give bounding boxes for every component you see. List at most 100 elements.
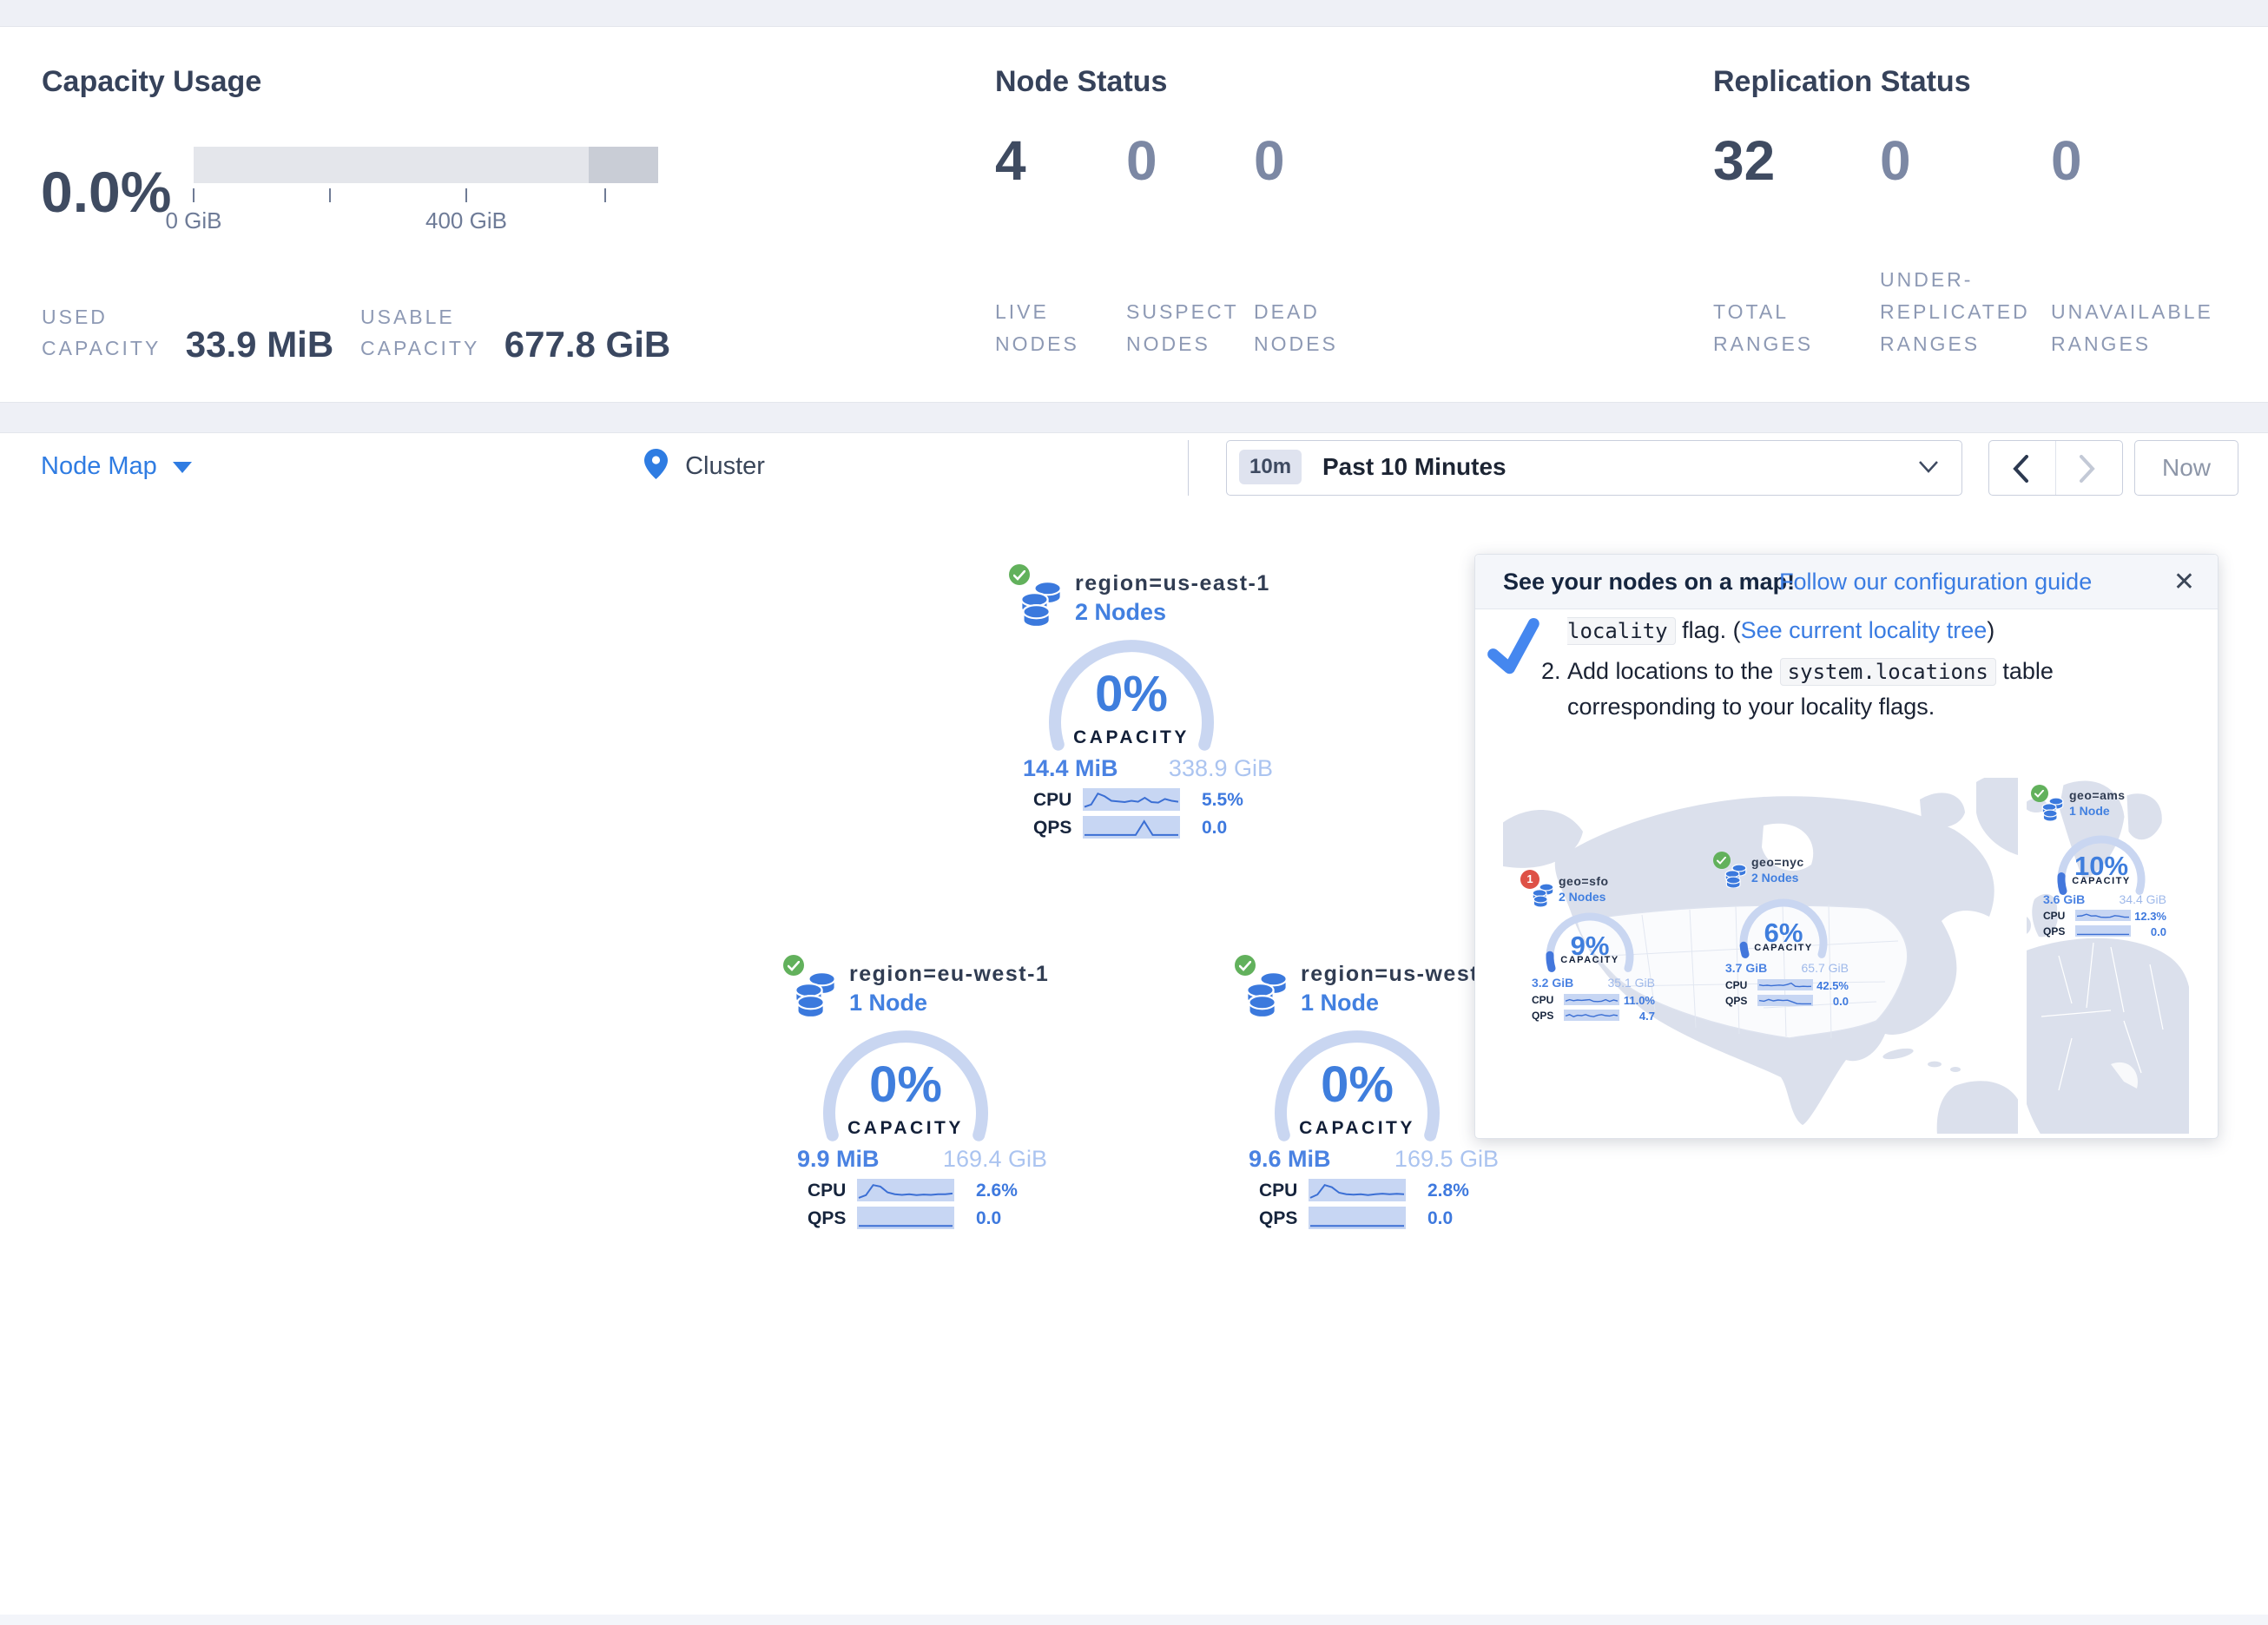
node-map-canvas: region=us-east-1 2 Nodes 0% CAPACITY 14.… — [0, 502, 2268, 1615]
cpu-sparkline — [1564, 994, 1619, 1005]
qps-value: 0.0 — [1202, 818, 1227, 839]
chevron-left-icon — [2012, 455, 2029, 483]
locality-node-count: 1 Node — [2069, 804, 2110, 818]
time-range-label: Past 10 Minutes — [1322, 453, 1507, 481]
locality-name: geo=sfo — [1559, 874, 1609, 888]
qps-sparkline — [1083, 816, 1180, 839]
stat-dead-nodes: 0 DEADNODES — [1254, 27, 1419, 402]
region-card-us-west-1[interactable]: region=us-west-1 1 Node 0% CAPACITY 9.6 … — [1233, 953, 1504, 1241]
qps-label: QPS — [1259, 1208, 1297, 1229]
capacity-label: CAPACITY — [1270, 1118, 1444, 1139]
breadcrumb-cluster[interactable]: Cluster — [644, 449, 765, 481]
chevron-down-icon — [1918, 460, 1939, 474]
usable-capacity-value: 677.8 GiB — [504, 326, 670, 364]
region-name: region=us-west-1 — [1301, 962, 1500, 987]
qps-sparkline — [1309, 1207, 1406, 1229]
database-icon — [794, 970, 837, 1017]
page-footer-strip — [0, 1615, 2268, 1625]
step-done-check-icon — [1481, 615, 1548, 681]
cpu-sparkline — [2075, 910, 2131, 921]
capacity-usage-title: Capacity Usage — [42, 65, 261, 99]
cluster-overview-page: Capacity Usage 0.0% 0 GiB 400 GiB USED C… — [0, 0, 2268, 1625]
usable-capacity: USABLE CAPACITY 677.8 GiB — [360, 301, 670, 364]
used-value: 14.4 MiB — [1023, 755, 1118, 782]
used-capacity-value: 33.9 MiB — [186, 326, 333, 364]
cpu-sparkline — [857, 1179, 954, 1201]
chevron-down-icon — [173, 462, 192, 473]
capacity-percent: 0% — [1270, 1056, 1444, 1114]
capacity-label: CAPACITY — [1542, 955, 1638, 965]
view-selector[interactable]: Node Map — [41, 452, 192, 481]
time-range-badge: 10m — [1239, 450, 1302, 484]
region-name: region=us-east-1 — [1075, 571, 1270, 596]
close-icon[interactable]: ✕ — [2173, 567, 2195, 597]
cpu-label: CPU — [808, 1181, 846, 1201]
qps-value: 0.0 — [1427, 1208, 1453, 1229]
qps-value: 0.0 — [976, 1208, 1001, 1229]
qps-sparkline — [1757, 995, 1813, 1006]
database-icon — [1245, 970, 1289, 1017]
total-value: 169.4 GiB — [943, 1146, 1047, 1173]
time-range-selector[interactable]: 10m Past 10 Minutes — [1226, 440, 1962, 496]
toolbar-divider — [1188, 440, 1189, 496]
configuration-guide-link[interactable]: Follow our configuration guide — [1779, 569, 2092, 595]
location-pin-icon — [644, 449, 668, 479]
axis-label-400gib: 400 GiB — [397, 207, 536, 234]
axis-tick — [465, 188, 467, 202]
cpu-sparkline — [1309, 1179, 1406, 1201]
used-value: 9.6 MiB — [1249, 1146, 1331, 1173]
cpu-sparkline — [1757, 979, 1813, 990]
stat-under-replicated-ranges: 0 UNDER-REPLICATEDRANGES — [1880, 27, 2045, 402]
panel-title: See your nodes on a map! — [1503, 569, 1795, 595]
axis-tick — [329, 188, 331, 202]
database-icon — [1532, 883, 1554, 907]
qps-label: QPS — [808, 1208, 846, 1229]
chevron-right-icon — [2079, 455, 2096, 483]
map-configuration-panel: See your nodes on a map! Follow our conf… — [1474, 554, 2219, 1139]
step-system-locations: Add locations to the system.locations ta… — [1567, 654, 2192, 724]
cpu-sparkline — [1083, 788, 1180, 811]
region-card-us-east-1[interactable]: region=us-east-1 2 Nodes 0% CAPACITY 14.… — [1007, 562, 1278, 851]
database-icon — [1724, 864, 1747, 888]
qps-label: QPS — [1033, 818, 1071, 839]
total-value: 338.9 GiB — [1169, 755, 1273, 782]
region-node-count: 2 Nodes — [1075, 599, 1166, 626]
database-icon — [2041, 797, 2064, 821]
locality-name: geo=nyc — [1751, 855, 1804, 869]
qps-sparkline — [857, 1207, 954, 1229]
capacity-label: CAPACITY — [1736, 943, 1831, 953]
time-forward-button[interactable] — [2056, 441, 2122, 495]
used-capacity: USED CAPACITY 33.9 MiB — [42, 301, 333, 364]
database-icon — [1019, 580, 1063, 627]
capacity-label: CAPACITY — [2054, 876, 2149, 886]
axis-label-0gib: 0 GiB — [124, 207, 263, 234]
qps-sparkline — [1564, 1010, 1619, 1021]
now-button[interactable]: Now — [2134, 440, 2238, 496]
panel-header: See your nodes on a map! Follow our conf… — [1475, 555, 2218, 609]
cpu-label: CPU — [1033, 790, 1071, 811]
region-card-eu-west-1[interactable]: region=eu-west-1 1 Node 0% CAPACITY 9.9 … — [781, 953, 1052, 1241]
stat-total-ranges: 32 TOTALRANGES — [1713, 27, 1878, 402]
cpu-value: 2.8% — [1427, 1181, 1469, 1201]
axis-tick — [193, 188, 194, 202]
capacity-bar — [194, 147, 658, 183]
capacity-percent: 0% — [1045, 665, 1218, 723]
locality-name: geo=ams — [2069, 788, 2126, 802]
cpu-value: 2.6% — [976, 1181, 1018, 1201]
system-locations-code: system.locations — [1780, 658, 1996, 686]
qps-sparkline — [2075, 925, 2131, 937]
region-node-count: 1 Node — [849, 990, 927, 1016]
locality-node-count: 2 Nodes — [1559, 890, 1605, 904]
axis-tick — [604, 188, 606, 202]
locality-tree-link[interactable]: See current locality tree — [1741, 617, 1988, 643]
map-toolbar: Node Map Cluster 10m Past 10 Minutes Now — [0, 432, 2268, 503]
total-value: 169.5 GiB — [1394, 1146, 1499, 1173]
capacity-percent: 0% — [819, 1056, 992, 1114]
time-back-button[interactable] — [1989, 441, 2056, 495]
used-value: 9.9 MiB — [797, 1146, 880, 1173]
cpu-value: 5.5% — [1202, 790, 1243, 811]
region-node-count: 1 Node — [1301, 990, 1379, 1016]
region-name: region=eu-west-1 — [849, 962, 1049, 987]
capacity-bar-used-segment — [589, 147, 658, 183]
capacity-label: CAPACITY — [1045, 727, 1218, 748]
